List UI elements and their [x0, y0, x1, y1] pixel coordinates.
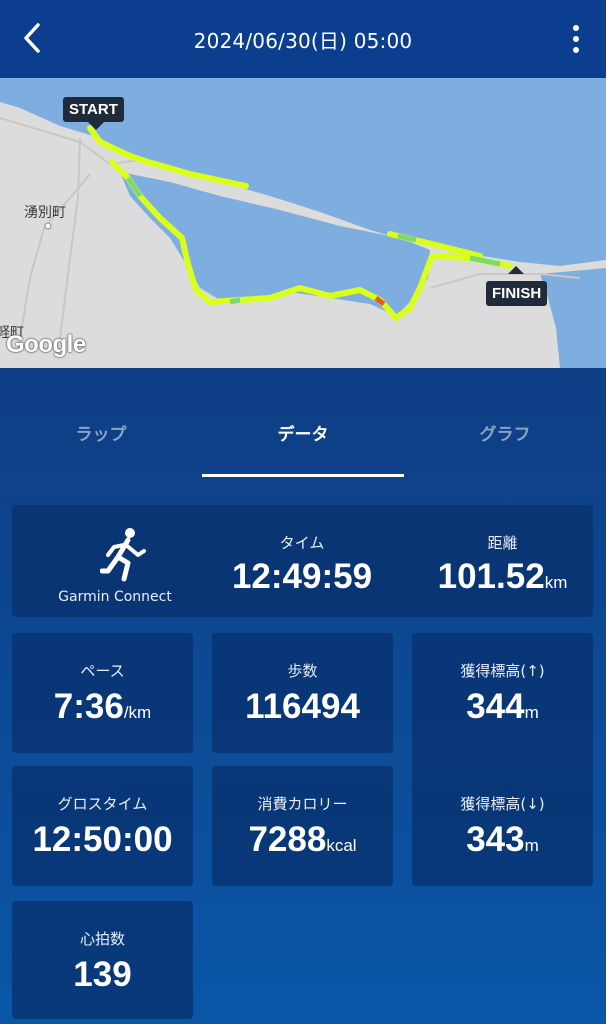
elev-loss-label: 獲得標高(↓): [460, 795, 545, 813]
tab-data[interactable]: データ: [278, 420, 329, 445]
heart-rate-value: 139: [73, 955, 132, 994]
more-menu-button[interactable]: [566, 22, 586, 56]
calories-card: 消費カロリー 7288kcal: [212, 766, 393, 886]
back-button[interactable]: [14, 20, 50, 56]
distance-unit: km: [544, 573, 568, 592]
source-label: Garmin Connect: [58, 589, 172, 605]
time-card: タイム 12:49:59: [212, 505, 392, 617]
tab-graph[interactable]: グラフ: [480, 420, 531, 445]
elev-loss-value: 343: [466, 820, 525, 859]
tab-bar: ラップ データ グラフ: [0, 368, 606, 480]
time-value: 12:49:59: [231, 557, 373, 596]
calories-label: 消費カロリー: [257, 795, 348, 813]
gross-time-value: 12:50:00: [32, 820, 173, 859]
pace-value: 7:36: [53, 687, 124, 726]
page-title: 2024/06/30(日) 05:00: [193, 28, 413, 53]
pace-unit: /km: [123, 703, 152, 722]
active-tab-indicator: [202, 474, 404, 477]
more-vert-icon: [573, 24, 579, 31]
finish-marker: FINISH: [486, 281, 548, 306]
calories-value: 7288: [248, 820, 327, 859]
distance-label: 距離: [487, 534, 518, 552]
pace-card: ペース 7:36/km: [12, 633, 193, 753]
elev-gain-value: 344: [466, 687, 525, 726]
route-map[interactable]: START FINISH 湧別町 軽町 Google: [0, 78, 606, 368]
elev-loss-unit: m: [524, 836, 539, 855]
calories-unit: kcal: [326, 836, 357, 855]
elevation-card: 獲得標高(↑) 344m 獲得標高(↓) 343m: [412, 633, 593, 886]
elev-gain-label: 獲得標高(↑): [460, 662, 545, 680]
google-attribution: Google: [6, 331, 86, 358]
pace-label: ペース: [80, 662, 125, 680]
gross-time-card: グロスタイム 12:50:00: [12, 766, 193, 886]
heart-rate-card: 心拍数 139: [12, 901, 193, 1019]
gross-time-label: グロスタイム: [57, 795, 148, 813]
steps-label: 歩数: [287, 662, 318, 680]
app-header: 2024/06/30(日) 05:00: [0, 0, 606, 78]
distance-card: 距離 101.52km: [412, 505, 593, 617]
runner-icon: [100, 528, 146, 582]
steps-card: 歩数 116494: [212, 633, 393, 753]
town-label: 湧別町: [24, 205, 66, 221]
tab-laps[interactable]: ラップ: [76, 420, 127, 445]
heart-rate-label: 心拍数: [79, 930, 125, 948]
time-label: タイム: [279, 534, 325, 552]
chevron-left-icon: [24, 23, 40, 53]
distance-value: 101.52: [437, 557, 545, 596]
elev-gain-unit: m: [524, 703, 539, 722]
steps-value: 116494: [245, 687, 360, 726]
start-marker: START: [63, 97, 124, 122]
